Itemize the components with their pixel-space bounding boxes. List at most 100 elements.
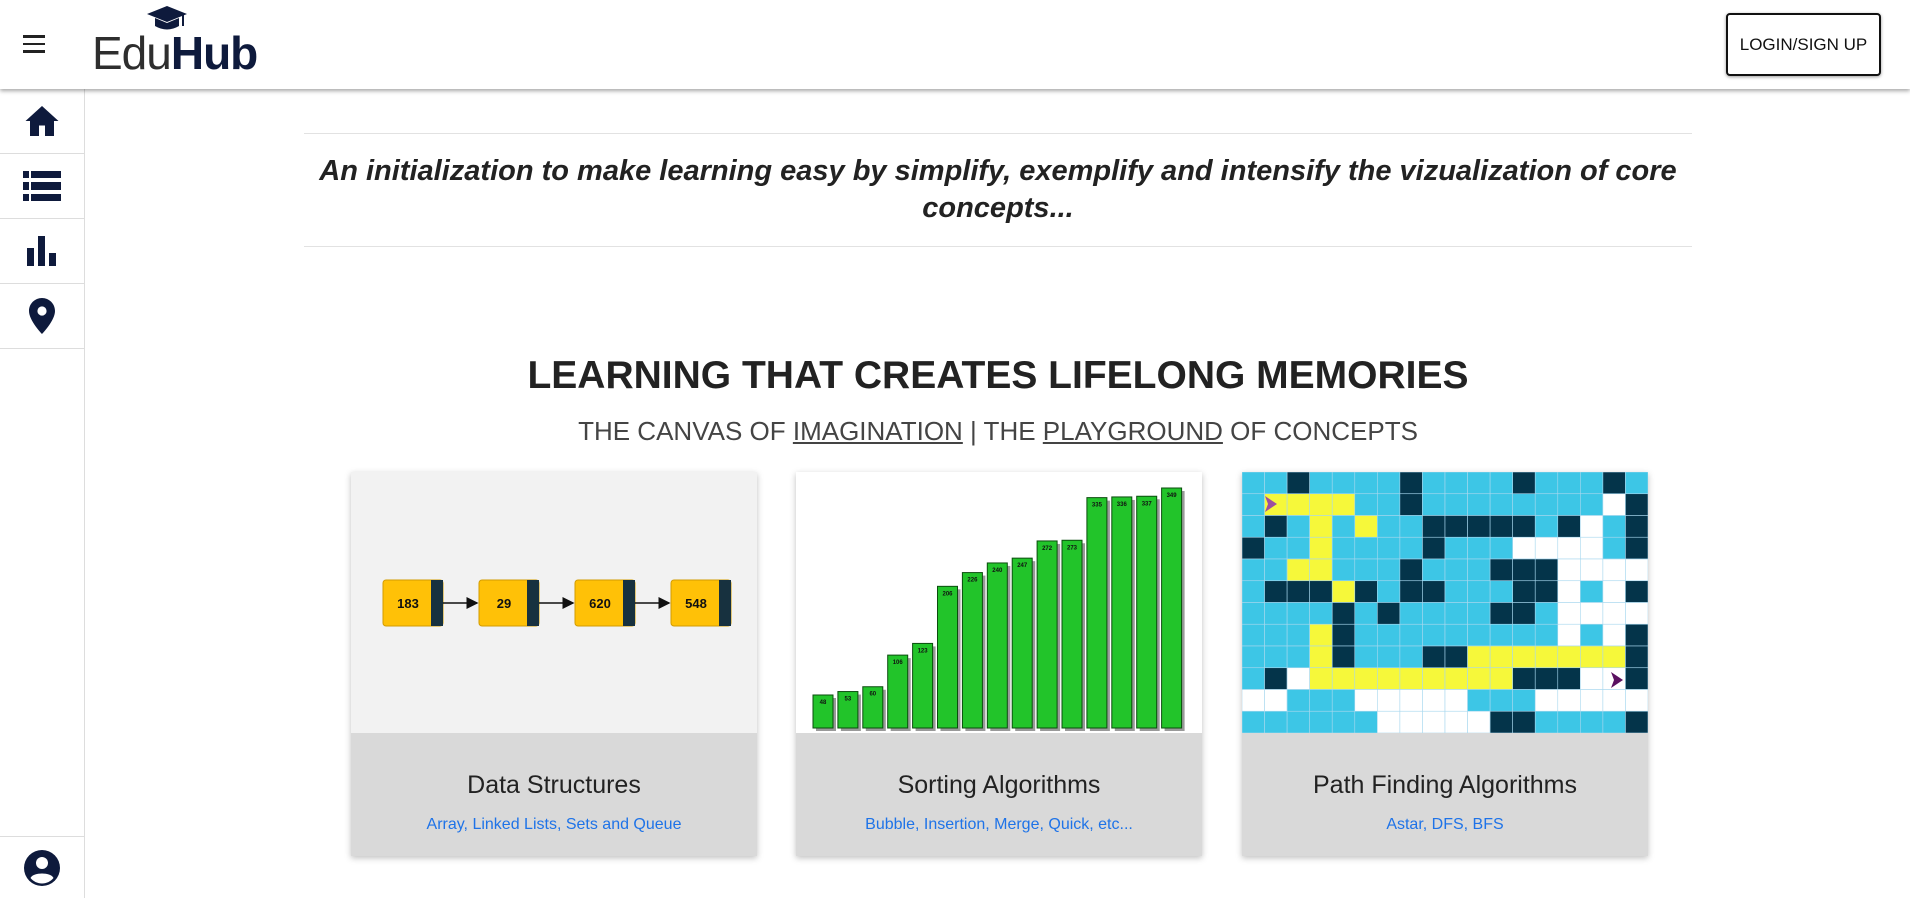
sidebar-item-location[interactable] <box>0 284 84 349</box>
grid-cell <box>1534 536 1559 560</box>
grid-cell <box>1467 689 1491 712</box>
grid-cell <box>1399 602 1423 625</box>
playground-link[interactable]: PLAYGROUND <box>1043 416 1223 446</box>
grid-cell <box>1399 580 1423 603</box>
grid-cell <box>1242 580 1265 603</box>
grid-cell <box>1512 536 1536 560</box>
grid-cell <box>1399 493 1423 516</box>
grid-cell <box>1286 623 1310 647</box>
grid-cell <box>1557 667 1581 690</box>
grid-cell <box>1467 602 1491 625</box>
grid-cell <box>1331 602 1356 625</box>
logo-text: EduHub <box>92 27 258 79</box>
grid-cell <box>1467 558 1491 582</box>
grid-cell <box>1264 536 1288 560</box>
grid-cell <box>1534 515 1559 538</box>
grid-cell <box>1580 472 1604 495</box>
sidebar-account[interactable] <box>0 836 84 898</box>
card-sorting-algorithms[interactable]: 48 53 60 106 123 206 226 240 247 272 273 335 336 337 3… <box>796 472 1202 856</box>
grid-cell <box>1512 689 1536 712</box>
card-data-structures[interactable]: 183 29 620 548 Data Structures Array, Li… <box>351 472 757 856</box>
card-description[interactable]: Array, Linked Lists, Sets and Queue <box>351 816 757 834</box>
sidebar-item-stats[interactable] <box>0 219 84 284</box>
sort-bar: 336 <box>1111 496 1135 731</box>
grid-cell <box>1331 580 1356 603</box>
grid-cell <box>1444 493 1468 516</box>
card-description[interactable]: Astar, DFS, BFS <box>1242 816 1648 834</box>
grid-cell <box>1422 515 1446 538</box>
grid-cell <box>1242 710 1265 733</box>
grid-cell <box>1331 623 1356 647</box>
grid-cell <box>1489 536 1513 560</box>
grid-cell <box>1602 645 1626 669</box>
logo[interactable]: EduHub <box>92 6 258 78</box>
grid-cell <box>1557 493 1581 516</box>
grid-cell <box>1354 602 1378 625</box>
grid-cell <box>1444 602 1468 625</box>
grid-cell <box>1309 536 1333 560</box>
grid-cell <box>1602 710 1626 733</box>
grid-cell <box>1512 472 1536 495</box>
grid-cell <box>1422 580 1446 603</box>
sort-bar-label: 272 <box>1042 546 1053 552</box>
menu-icon[interactable] <box>12 22 56 66</box>
grid-cell <box>1264 515 1288 538</box>
grid-cell <box>1467 710 1491 733</box>
imagination-link[interactable]: IMAGINATION <box>793 416 963 446</box>
grid-cell <box>1242 623 1265 647</box>
grid-cell <box>1534 623 1559 647</box>
sort-bar-label: 53 <box>845 697 852 703</box>
grid-cell <box>1512 580 1536 603</box>
grid-cell <box>1625 667 1648 690</box>
grid-cell <box>1422 602 1446 625</box>
grid-cell <box>1534 580 1559 603</box>
grid-cell <box>1377 645 1401 669</box>
sort-bar: 48 <box>812 694 836 731</box>
grid-cell <box>1625 536 1648 560</box>
grid-cell <box>1444 536 1468 560</box>
grid-cell <box>1625 689 1648 712</box>
card-path-finding-algorithms[interactable]: Path Finding Algorithms Astar, DFS, BFS <box>1242 472 1648 856</box>
sidebar-item-list[interactable] <box>0 154 84 219</box>
grid-cell <box>1602 602 1626 625</box>
svg-text:29: 29 <box>497 596 511 611</box>
grid-cell <box>1580 515 1604 538</box>
card-caption: Sorting Algorithms Bubble, Insertion, Me… <box>796 733 1202 856</box>
grid-cell <box>1286 558 1310 582</box>
grid-cell <box>1489 689 1513 712</box>
grid-cell <box>1580 580 1604 603</box>
sort-bar: 240 <box>986 562 1011 731</box>
grid-cell <box>1242 472 1265 495</box>
login-signup-button[interactable]: LOGIN/SIGN UP <box>1726 13 1881 76</box>
grid-cell <box>1602 536 1626 560</box>
grid-cell <box>1422 536 1446 560</box>
sidebar-item-home[interactable] <box>0 89 84 154</box>
grid-cell <box>1557 536 1581 560</box>
grid-cell <box>1286 515 1310 538</box>
grid-cell <box>1625 710 1648 733</box>
grid-cell <box>1377 710 1401 733</box>
sort-bar: 123 <box>912 642 936 731</box>
grid-cell <box>1331 472 1356 495</box>
grid-cell <box>1422 472 1446 495</box>
grid-cell <box>1534 645 1559 669</box>
card-description[interactable]: Bubble, Insertion, Merge, Quick, etc... <box>796 816 1202 834</box>
grid-cell <box>1286 689 1310 712</box>
grid-cell <box>1377 558 1401 582</box>
grid-cell <box>1309 667 1333 690</box>
grid-cell <box>1444 472 1468 495</box>
list-icon <box>23 171 61 201</box>
sort-bar-label: 226 <box>967 578 978 584</box>
grid-cell <box>1242 645 1265 669</box>
grid-cell <box>1625 602 1648 625</box>
grid-cell <box>1625 515 1648 538</box>
path-grid-illustration <box>1242 472 1648 733</box>
sort-bar: 273 <box>1061 539 1085 731</box>
grid-cell <box>1557 602 1581 625</box>
grid-cell <box>1489 645 1513 669</box>
grid-cell <box>1512 623 1536 647</box>
grid-cell <box>1399 710 1423 733</box>
grid-cell <box>1602 515 1626 538</box>
grid-cell <box>1354 623 1378 647</box>
grid-cell <box>1264 710 1288 733</box>
